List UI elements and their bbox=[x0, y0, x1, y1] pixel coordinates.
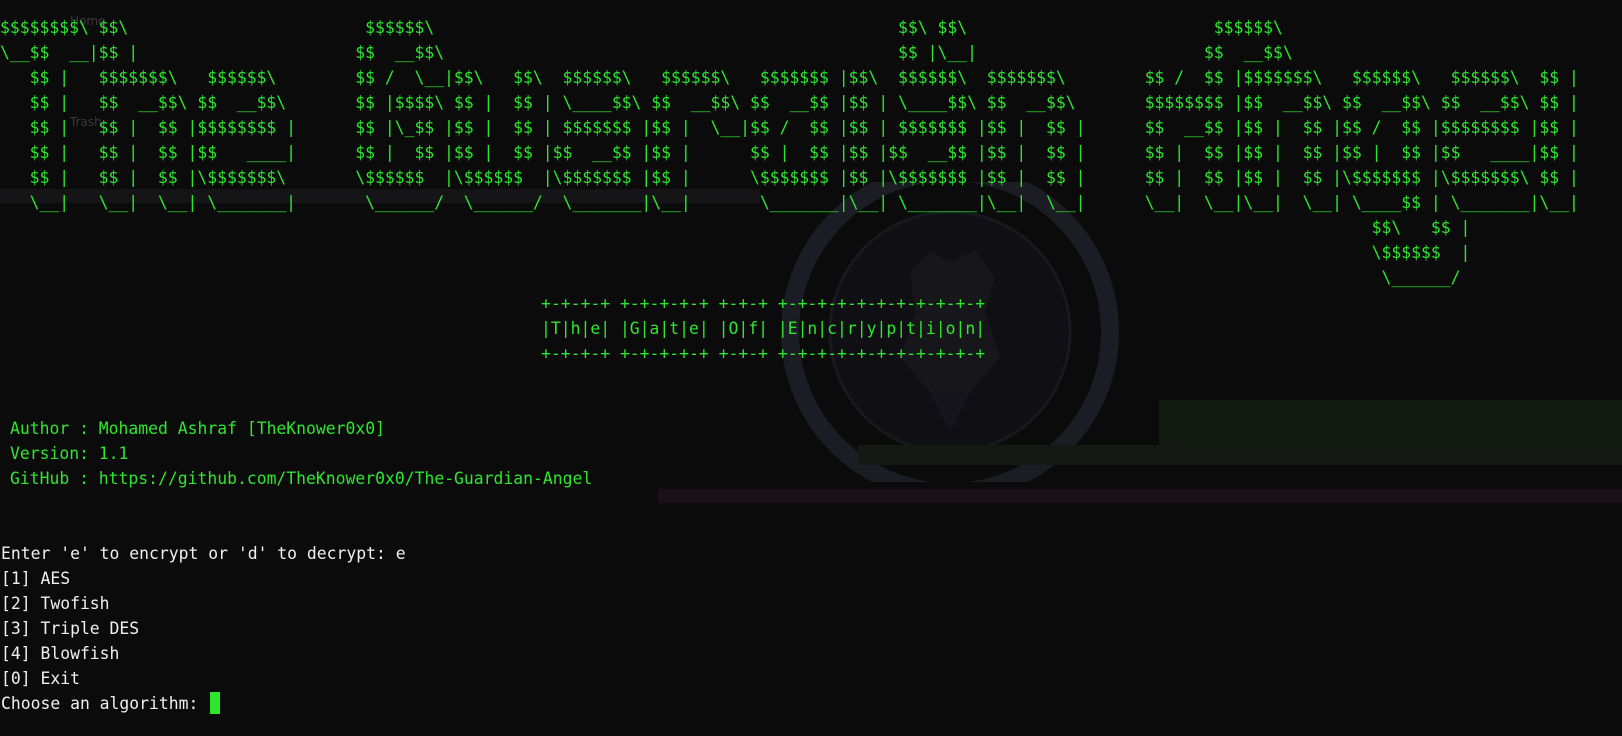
menu-option-twofish: [2] Twofish bbox=[1, 594, 110, 613]
menu-option-exit: [0] Exit bbox=[1, 669, 80, 688]
menu-option-aes: [1] AES bbox=[1, 569, 71, 588]
terminal-window[interactable]: Home Trash $$$$$$$$\ $$\ $$$$$$\ $$\ $$\… bbox=[0, 0, 1622, 736]
glitch-band-mid bbox=[858, 445, 1622, 465]
version-line: Version: 1.1 bbox=[10, 444, 129, 463]
info-block: Author : Mohamed Ashraf [TheKnower0x0] V… bbox=[10, 416, 592, 491]
algorithm-prompt-line[interactable]: Choose an algorithm: bbox=[1, 691, 406, 716]
author-line: Author : Mohamed Ashraf [TheKnower0x0] bbox=[10, 419, 385, 438]
glitch-band-low bbox=[658, 489, 1622, 503]
session-output: Enter 'e' to encrypt or 'd' to decrypt: … bbox=[1, 541, 406, 716]
glitch-band-right bbox=[1159, 400, 1622, 450]
banner-ascii-art: $$$$$$$$\ $$\ $$$$$$\ $$\ $$\ $$$$$$\ $$… bbox=[0, 18, 1579, 287]
cursor-block-icon[interactable] bbox=[210, 692, 221, 714]
menu-option-triple-des: [3] Triple DES bbox=[1, 619, 140, 638]
algorithm-prompt-label: Choose an algorithm: bbox=[1, 694, 209, 713]
subtitle-ascii-art: +-+-+-+ +-+-+-+-+ +-+-+ +-+-+-+-+-+-+-+-… bbox=[541, 294, 986, 363]
mode-prompt-line: Enter 'e' to encrypt or 'd' to decrypt: … bbox=[1, 544, 406, 563]
menu-option-blowfish: [4] Blowfish bbox=[1, 644, 120, 663]
github-line: GitHub : https://github.com/TheKnower0x0… bbox=[10, 469, 593, 488]
